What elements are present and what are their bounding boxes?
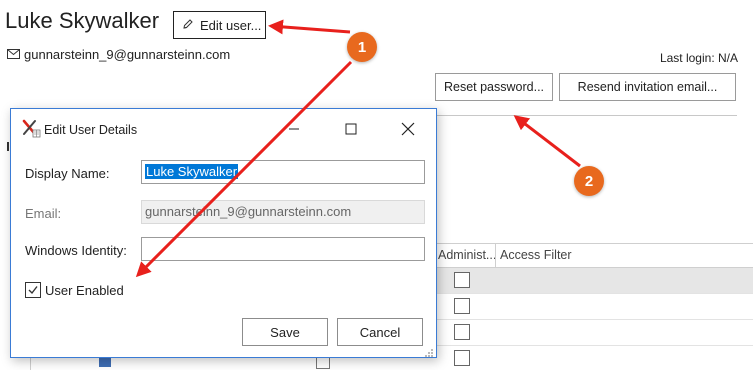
dialog-titlebar[interactable]: Edit User Details [11, 109, 436, 149]
envelope-icon [7, 47, 20, 62]
checkmark-icon [28, 286, 38, 295]
arrow-to-reset-password [513, 115, 581, 168]
arrow-to-edit-user [268, 19, 351, 35]
column-header-access-filter[interactable]: Access Filter [500, 248, 572, 262]
display-name-input[interactable]: Luke Skywalker [141, 160, 425, 184]
close-icon [401, 122, 415, 136]
maximize-icon [345, 123, 357, 135]
admin-checkbox[interactable] [454, 272, 470, 288]
email-field: gunnarsteinn_9@gunnarsteinn.com [141, 200, 425, 224]
maximize-button[interactable] [336, 115, 366, 143]
user-enabled-checkbox[interactable] [25, 282, 41, 298]
email-label: Email: [25, 206, 62, 221]
table-row[interactable] [430, 346, 753, 370]
table-row[interactable] [430, 294, 753, 320]
admin-checkbox[interactable] [454, 324, 470, 340]
user-enabled-label[interactable]: User Enabled [45, 283, 124, 298]
dialog-title: Edit User Details [44, 123, 138, 137]
reset-password-button[interactable]: Reset password... [435, 73, 553, 101]
user-name-heading: Luke Skywalker [5, 8, 160, 33]
windows-identity-input[interactable] [141, 237, 425, 261]
pencil-icon [182, 18, 194, 33]
user-email: gunnarsteinn_9@gunnarsteinn.com [24, 47, 231, 62]
windows-identity-label: Windows Identity: [25, 243, 127, 258]
section-divider [437, 115, 737, 116]
display-name-label: Display Name: [25, 166, 110, 181]
edit-user-button[interactable]: Edit user... [173, 11, 266, 39]
admin-checkbox[interactable] [454, 350, 470, 366]
close-button[interactable] [393, 115, 423, 143]
grid-header: Administ... Access Filter [430, 243, 753, 268]
save-button[interactable]: Save [242, 318, 328, 346]
display-name-selected-text: Luke Skywalker [145, 164, 239, 179]
cancel-button[interactable]: Cancel [337, 318, 423, 346]
last-login-text: Last login: N/A [659, 51, 738, 65]
minimize-icon [289, 128, 299, 130]
edit-user-label: Edit user... [200, 17, 262, 33]
callout-badge-1: 1 [347, 32, 377, 62]
column-separator [495, 244, 496, 268]
minimize-button[interactable] [279, 115, 309, 143]
app-x-icon [21, 118, 41, 138]
background-text-fragment [7, 142, 9, 151]
table-row[interactable] [430, 320, 753, 346]
admin-checkbox[interactable] [454, 298, 470, 314]
user-email-line: gunnarsteinn_9@gunnarsteinn.com [7, 47, 230, 62]
resize-grip-icon[interactable] [424, 345, 434, 357]
edit-user-dialog: Edit User Details Display Name: Luke Sky… [10, 108, 437, 358]
resend-invitation-button[interactable]: Resend invitation email... [559, 73, 736, 101]
table-row[interactable] [430, 268, 753, 294]
column-header-administrator[interactable]: Administ... [438, 248, 496, 262]
callout-badge-2: 2 [574, 166, 604, 196]
